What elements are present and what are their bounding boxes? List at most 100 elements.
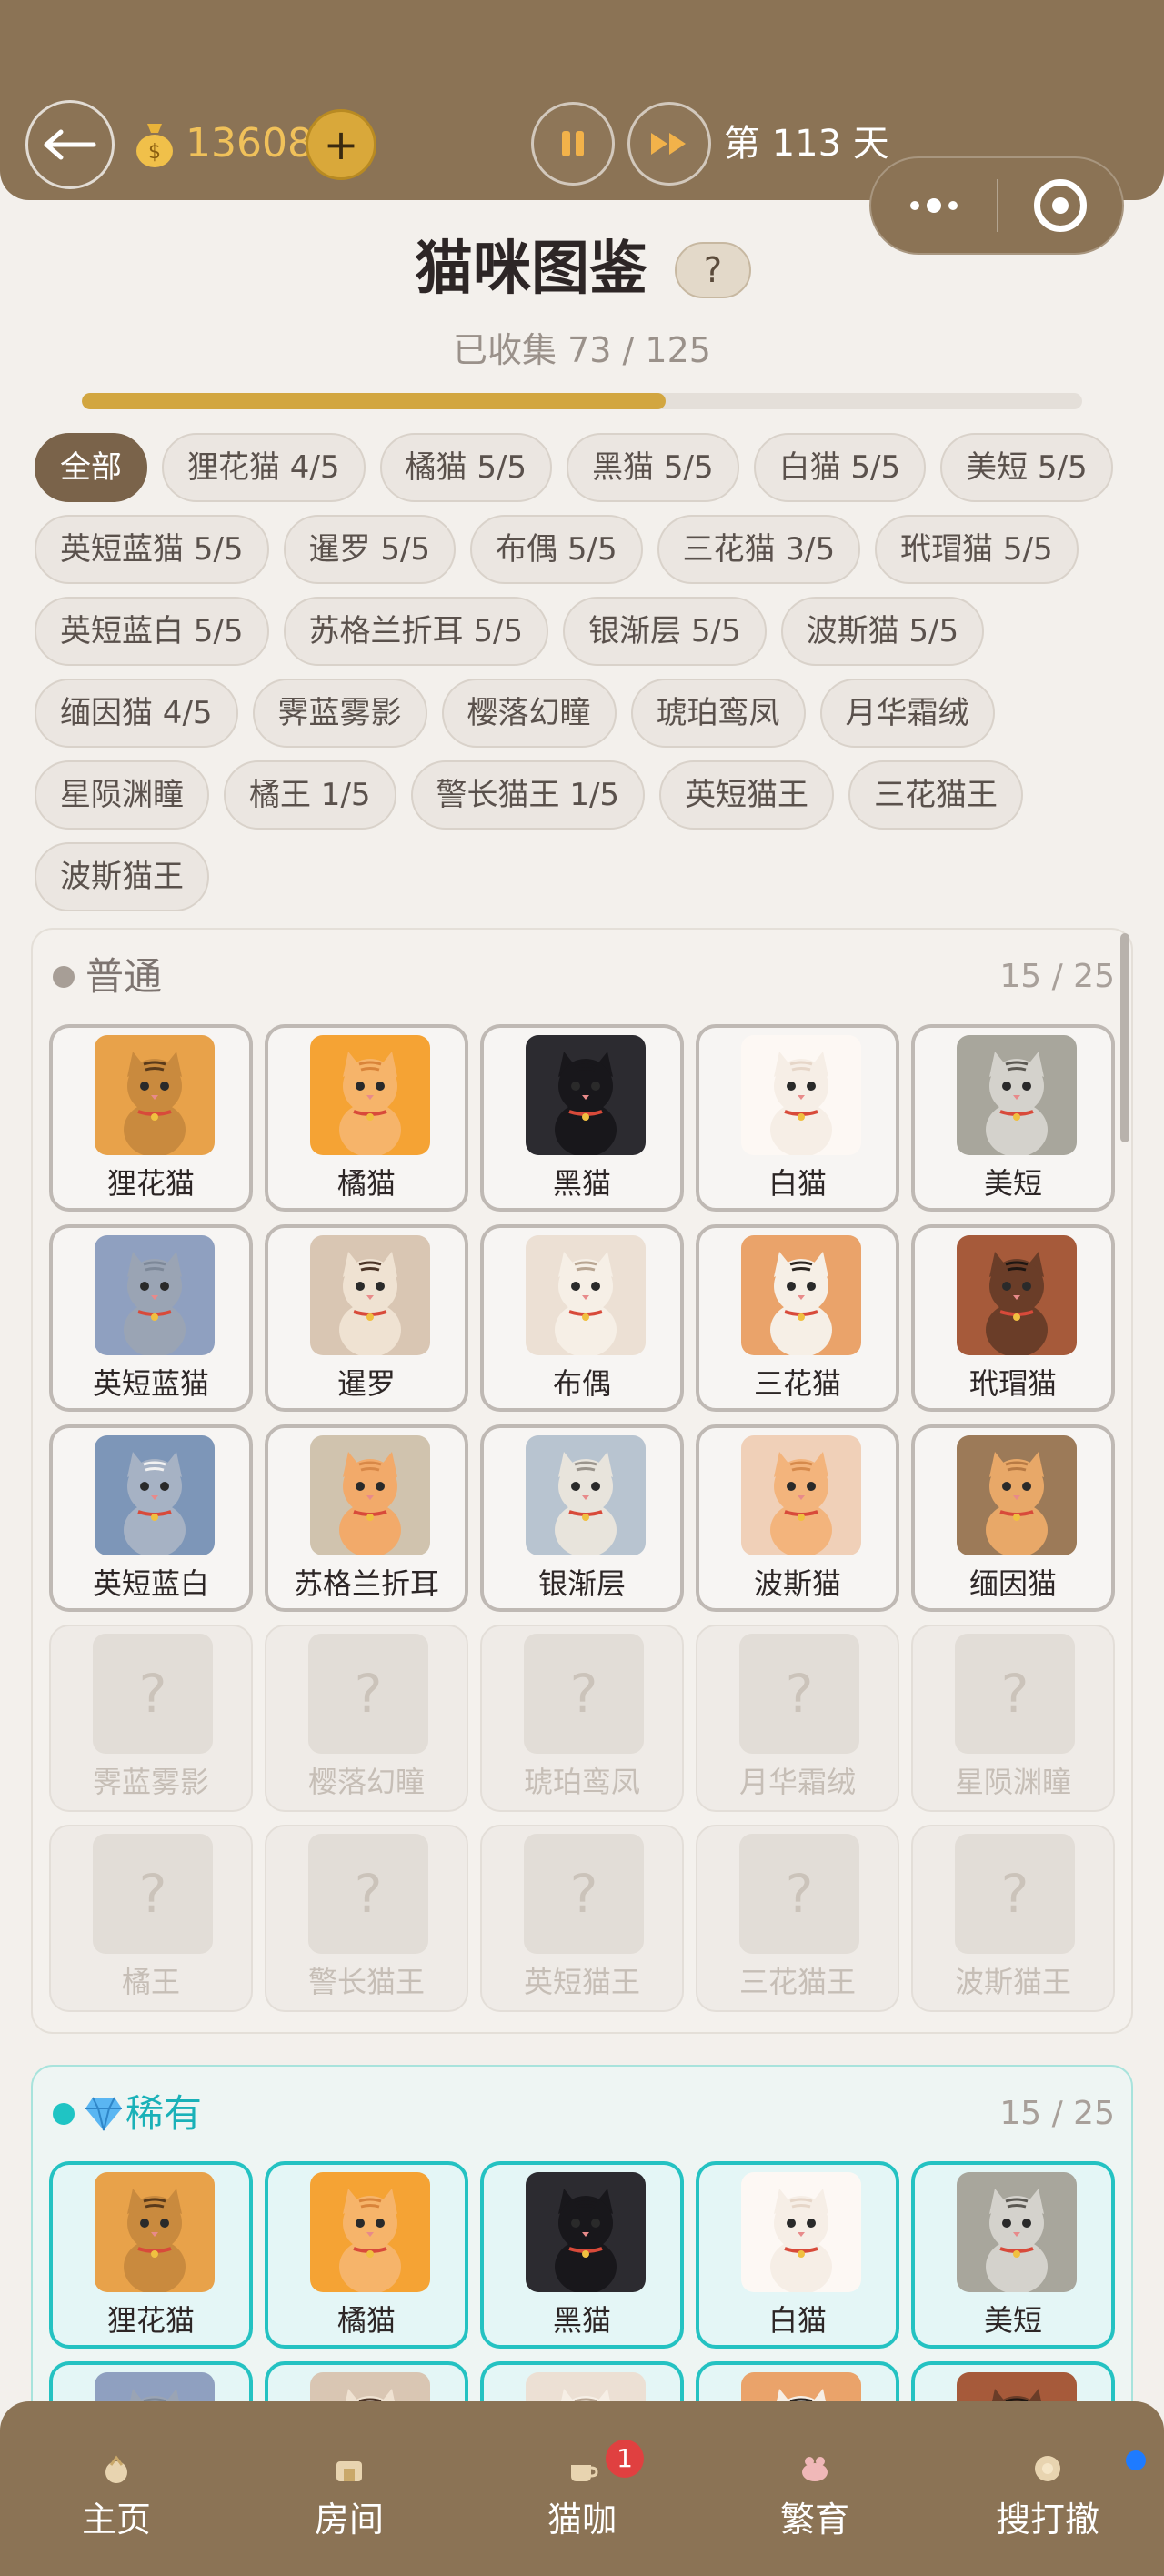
cat-name: 霁蓝雾影 <box>92 1765 209 1799</box>
filter-chip[interactable]: 橘王 1/5 <box>224 760 396 830</box>
collection-progress-bar <box>82 393 1082 409</box>
cat-card[interactable]: ? 星陨渊瞳 <box>911 1625 1115 1812</box>
progress-fill <box>82 393 667 409</box>
cat-card[interactable]: ? 英短猫王 <box>480 1825 684 2012</box>
filter-chip[interactable]: 黑猫 5/5 <box>567 433 739 502</box>
filter-chip[interactable]: 美短 5/5 <box>940 433 1113 502</box>
scrollbar[interactable] <box>1120 933 1129 1142</box>
cat-portrait-icon <box>310 1235 430 1355</box>
cat-name: 三花猫 <box>753 1366 841 1401</box>
filter-chip[interactable]: 霁蓝雾影 <box>252 679 427 748</box>
cat-name: 黑猫 <box>552 2303 611 2338</box>
filter-chip[interactable]: 月华霜绒 <box>819 679 995 748</box>
filter-chip[interactable]: 波斯猫王 <box>35 842 209 911</box>
cat-card[interactable]: 波斯猫 <box>696 1424 899 1612</box>
filter-chip[interactable]: 狸花猫 4/5 <box>162 433 366 502</box>
cat-card[interactable]: 狸花猫 <box>49 2161 253 2349</box>
cat-card[interactable]: 白猫 <box>696 2161 899 2349</box>
filter-chip[interactable]: 英短猫王 <box>659 760 835 830</box>
filter-chip[interactable]: 英短蓝猫 5/5 <box>35 515 269 584</box>
cat-card[interactable]: ? 警长猫王 <box>265 1825 468 2012</box>
help-button[interactable]: ? <box>675 242 751 298</box>
question-mark-icon: ? <box>569 1863 598 1925</box>
cat-card[interactable]: ? 三花猫王 <box>696 1825 899 2012</box>
cat-card[interactable]: 苏格兰折耳 <box>265 1424 468 1612</box>
cat-portrait-icon <box>741 1235 861 1355</box>
cat-card[interactable]: 银渐层 <box>480 1424 684 1612</box>
cat-card[interactable]: 暹罗 <box>265 1224 468 1412</box>
question-mark-icon: ? <box>1000 1863 1029 1925</box>
cat-name: 星陨渊瞳 <box>954 1765 1071 1799</box>
cat-card[interactable]: 布偶 <box>480 1224 684 1412</box>
filter-chip[interactable]: 三花猫 3/5 <box>657 515 861 584</box>
cat-card[interactable]: ? 樱落幻瞳 <box>265 1625 468 1812</box>
question-mark-icon: ? <box>569 1663 598 1725</box>
filter-chip[interactable]: 琥珀鸾凤 <box>630 679 806 748</box>
nav-item[interactable]: 房间 <box>233 2401 466 2576</box>
more-dot-icon <box>927 198 941 213</box>
cat-card[interactable]: 缅因猫 <box>911 1424 1115 1612</box>
cat-card[interactable]: 美短 <box>911 1024 1115 1212</box>
close-mini-program-button[interactable] <box>998 179 1122 232</box>
filter-chip[interactable]: 波斯猫 5/5 <box>780 597 985 666</box>
cat-card[interactable]: ? 月华霜绒 <box>696 1625 899 1812</box>
nav-item[interactable]: 繁育 <box>698 2401 931 2576</box>
question-mark-icon: ? <box>1000 1663 1029 1725</box>
filter-chip[interactable]: 白猫 5/5 <box>753 433 927 502</box>
cat-portrait-icon <box>310 1035 430 1155</box>
notification-badge: 1 <box>606 2440 644 2478</box>
filter-chip[interactable]: 玳瑁猫 5/5 <box>875 515 1079 584</box>
filter-chip[interactable]: 星陨渊瞳 <box>35 760 209 830</box>
filter-chip[interactable]: 苏格兰折耳 5/5 <box>283 597 549 666</box>
cat-card[interactable]: ? 波斯猫王 <box>911 1825 1115 2012</box>
cat-name: 苏格兰折耳 <box>293 1566 439 1601</box>
nav-label: 房间 <box>314 2500 384 2540</box>
pause-button[interactable] <box>531 102 615 186</box>
filter-chip[interactable]: 缅因猫 4/5 <box>35 679 238 748</box>
add-coins-button[interactable]: + <box>306 109 376 180</box>
cat-name: 美短 <box>983 1166 1042 1201</box>
filter-chip[interactable]: 三花猫王 <box>848 760 1024 830</box>
cat-name: 英短猫王 <box>523 1965 640 1999</box>
cat-card[interactable]: 白猫 <box>696 1024 899 1212</box>
question-mark-icon: ? <box>138 1863 167 1925</box>
filter-chip[interactable]: 橘猫 5/5 <box>379 433 553 502</box>
cat-name: 银渐层 <box>537 1566 626 1601</box>
cat-card[interactable]: 狸花猫 <box>49 1024 253 1212</box>
filter-chip[interactable]: 警长猫王 1/5 <box>410 760 646 830</box>
nav-item[interactable]: 搜打撤 <box>931 2401 1164 2576</box>
notification-dot <box>1126 2450 1146 2470</box>
nav-item[interactable]: 猫咖 1 <box>466 2401 698 2576</box>
cat-portrait-icon <box>95 2172 215 2292</box>
back-button[interactable] <box>25 100 115 189</box>
filter-chip[interactable]: 樱落幻瞳 <box>441 679 617 748</box>
cat-thumbnail <box>526 2172 646 2292</box>
fast-forward-button[interactable] <box>627 102 711 186</box>
filter-chip[interactable]: 布偶 5/5 <box>470 515 643 584</box>
cat-thumbnail <box>526 1235 646 1355</box>
mini-program-capsule <box>869 156 1124 255</box>
cat-thumbnail <box>957 1435 1077 1555</box>
cat-card[interactable]: 黑猫 <box>480 1024 684 1212</box>
cat-card[interactable]: 黑猫 <box>480 2161 684 2349</box>
filter-chip[interactable]: 银渐层 5/5 <box>563 597 767 666</box>
page-title: 猫咪图鉴 <box>415 236 647 303</box>
cat-card[interactable]: 橘猫 <box>265 2161 468 2349</box>
filter-chip[interactable]: 暹罗 5/5 <box>283 515 457 584</box>
cat-card[interactable]: 橘猫 <box>265 1024 468 1212</box>
cat-card[interactable]: ? 琥珀鸾凤 <box>480 1625 684 1812</box>
cat-card[interactable]: 英短蓝白 <box>49 1424 253 1612</box>
nav-item[interactable]: 主页 <box>0 2401 233 2576</box>
cat-card[interactable]: ? 橘王 <box>49 1825 253 2012</box>
more-menu-button[interactable] <box>871 158 997 253</box>
cat-card[interactable]: 三花猫 <box>696 1224 899 1412</box>
cat-name: 缅因猫 <box>968 1566 1057 1601</box>
cat-card[interactable]: 美短 <box>911 2161 1115 2349</box>
cat-card[interactable]: 玳瑁猫 <box>911 1224 1115 1412</box>
filter-chip[interactable]: 英短蓝白 5/5 <box>35 597 269 666</box>
section-dot <box>53 2103 75 2125</box>
cat-card[interactable]: 英短蓝猫 <box>49 1224 253 1412</box>
cat-name: 警长猫王 <box>307 1965 425 1999</box>
cat-card[interactable]: ? 霁蓝雾影 <box>49 1625 253 1812</box>
filter-chip[interactable]: 全部 <box>35 433 147 502</box>
